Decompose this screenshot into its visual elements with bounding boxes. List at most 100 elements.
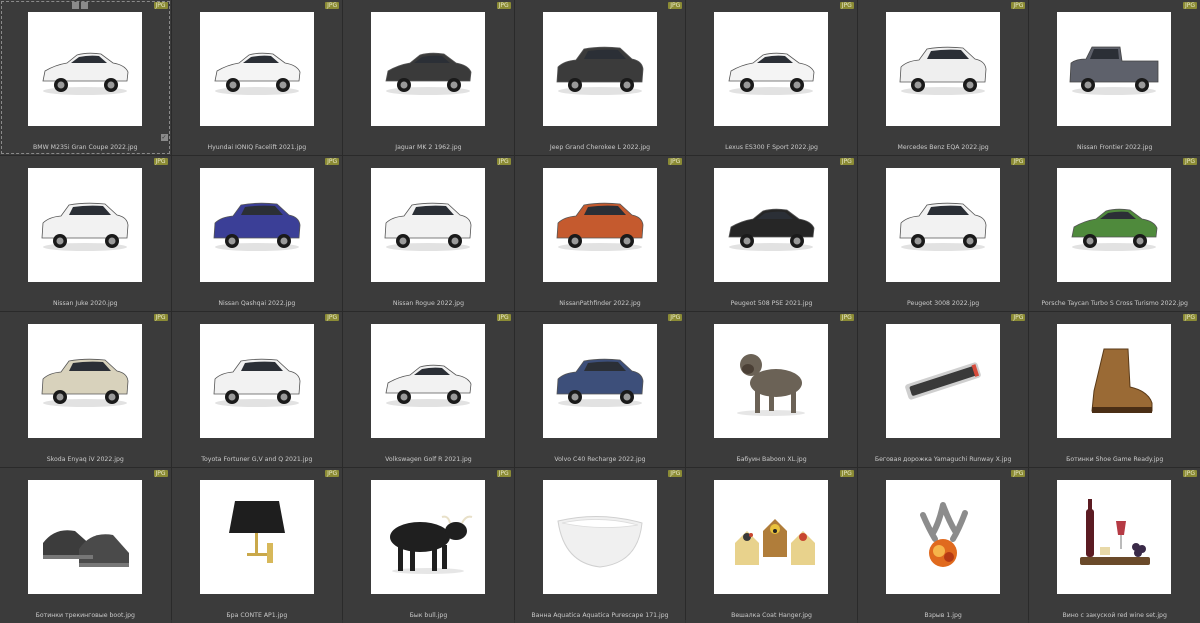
- thumbnail-tile[interactable]: JPG Ботинки Shoe Game Ready.jpg: [1029, 312, 1200, 467]
- suv-image-icon: [41, 358, 129, 407]
- boot-image-icon: [1091, 348, 1153, 413]
- suv-image-icon: [213, 358, 300, 407]
- lamp-image-icon: [228, 501, 285, 563]
- file-name-label: Peugeot 508 PSE 2021.jpg: [730, 300, 813, 307]
- shoes-image-icon: [43, 530, 129, 567]
- thumbnail-image[interactable]: [542, 480, 657, 594]
- thumbnail-tile[interactable]: JPG Hyundai IONIQ Facelift 2021.jpg: [171, 0, 343, 155]
- thumbnail-tile[interactable]: JPG Ванна Aquatica Aquatica Purescape 17…: [514, 468, 686, 623]
- car-image-icon: [214, 52, 300, 95]
- thumbnail-image[interactable]: [885, 480, 1000, 594]
- file-name-label: Nissan Juke 2020.jpg: [52, 300, 118, 307]
- check-icon[interactable]: ✓: [160, 134, 168, 141]
- thumbnail-tile[interactable]: JPG Бык bull.jpg: [343, 468, 514, 623]
- thumbnail-tile[interactable]: JPG Porsche Taycan Turbo S Cross Turismo…: [1029, 156, 1200, 311]
- thumbnail-image[interactable]: [714, 480, 829, 594]
- thumbnail-image[interactable]: [542, 324, 657, 438]
- thumbnail-image[interactable]: [542, 168, 657, 282]
- thumbnail-image[interactable]: [199, 480, 314, 594]
- file-type-badge: JPG: [325, 2, 340, 9]
- thumbnail-image[interactable]: [28, 480, 142, 594]
- thumbnail-tile[interactable]: JPG NissanPathfinder 2022.jpg: [514, 156, 686, 311]
- square-select-icon[interactable]: [72, 2, 79, 9]
- thumbnail-image[interactable]: [371, 324, 486, 438]
- file-type-badge: JPG: [1182, 470, 1197, 477]
- thumbnail-image[interactable]: [1057, 480, 1172, 594]
- thumbnail-image[interactable]: [28, 12, 142, 126]
- file-type-badge: JPG: [496, 314, 511, 321]
- thumbnail-image[interactable]: [885, 324, 1000, 438]
- file-type-badge: JPG: [839, 158, 854, 165]
- thumbnail-image[interactable]: [199, 12, 314, 126]
- thumbnail-image[interactable]: [199, 324, 314, 438]
- thumbnail-image[interactable]: [28, 324, 142, 438]
- thumbnail-tile[interactable]: JPG Lexus ES300 F Sport 2022.jpg: [686, 0, 857, 155]
- file-type-badge: JPG: [1011, 2, 1026, 9]
- thumbnail-tile[interactable]: JPG Взрыв 1.jpg: [857, 468, 1029, 623]
- thumbnail-tile[interactable]: JPG Вино с закуской red wine set.jpg: [1029, 468, 1200, 623]
- thumbnail-image[interactable]: [714, 12, 829, 126]
- file-name-label: BMW M235i Gran Coupe 2022.jpg: [33, 144, 138, 151]
- thumbnail-tile[interactable]: JPG Беговая дорожка Yamaguchi Runway X.j…: [857, 312, 1029, 467]
- thumbnail-image[interactable]: [199, 168, 314, 282]
- file-name-label: Nissan Rogue 2022.jpg: [392, 300, 465, 307]
- thumbnail-image[interactable]: [1057, 324, 1172, 438]
- thumbnail-image[interactable]: [28, 168, 142, 282]
- thumbnail-tile[interactable]: JPG Ботинки трекинговые boot.jpg: [0, 468, 171, 623]
- thumbnail-tile[interactable]: JPG Skoda Enyaq iV 2022.jpg: [0, 312, 171, 467]
- file-type-badge: JPG: [325, 314, 340, 321]
- thumbnail-tile[interactable]: JPG ✓ BMW M235i Gran Coupe 2022.jpg: [0, 0, 171, 155]
- suv-image-icon: [41, 202, 129, 251]
- file-name-label: NissanPathfinder 2022.jpg: [559, 300, 641, 307]
- thumbnail-image[interactable]: [885, 168, 1000, 282]
- file-type-badge: JPG: [1182, 158, 1197, 165]
- suv-image-icon: [213, 202, 300, 251]
- thumbnail-image[interactable]: [542, 12, 657, 126]
- thumbnail-image[interactable]: [371, 168, 486, 282]
- thumbnail-tile[interactable]: JPG Вешалка Coat Hanger.jpg: [686, 468, 857, 623]
- thumbnail-tile[interactable]: JPG Mercedes Benz EQA 2022.jpg: [857, 0, 1029, 155]
- file-type-badge: JPG: [839, 314, 854, 321]
- thumbnail-tile[interactable]: JPG Nissan Rogue 2022.jpg: [343, 156, 514, 311]
- brush-icon[interactable]: [81, 2, 88, 9]
- thumbnail-tile[interactable]: JPG Jeep Grand Cherokee L 2022.jpg: [514, 0, 686, 155]
- thumbnail-image[interactable]: [1057, 12, 1172, 126]
- thumbnail-image[interactable]: [1057, 168, 1172, 282]
- file-type-badge: JPG: [668, 470, 683, 477]
- thumbnail-tile[interactable]: JPG Volkswagen Golf R 2021.jpg: [343, 312, 514, 467]
- truck-image-icon: [1070, 46, 1159, 95]
- thumbnail-tile[interactable]: JPG Nissan Juke 2020.jpg: [0, 156, 171, 311]
- bathtub-image-icon: [557, 516, 643, 568]
- file-name-label: Беговая дорожка Yamaguchi Runway X.jpg: [874, 456, 1012, 463]
- file-type-badge: JPG: [496, 2, 511, 9]
- thumbnail-tile[interactable]: JPG Volvo C40 Recharge 2022.jpg: [514, 312, 686, 467]
- thumbnail-tile[interactable]: JPG Peugeot 508 PSE 2021.jpg: [686, 156, 857, 311]
- thumbnail-tile[interactable]: JPG Toyota Fortuner G,V and Q 2021.jpg: [171, 312, 343, 467]
- thumbnail-tile[interactable]: JPG Бра CONTE AP1.jpg: [171, 468, 343, 623]
- thumbnail-image[interactable]: [371, 480, 486, 594]
- file-name-label: Volvo C40 Recharge 2022.jpg: [554, 456, 646, 463]
- car-image-icon: [42, 52, 129, 95]
- car-image-icon: [728, 208, 815, 251]
- thumbnail-image[interactable]: [714, 324, 829, 438]
- thumbnail-tile[interactable]: JPG Nissan Frontier 2022.jpg: [1029, 0, 1200, 155]
- file-name-label: Jaguar MK 2 1962.jpg: [395, 144, 462, 151]
- file-name-label: Бык bull.jpg: [409, 612, 448, 619]
- file-name-label: Lexus ES300 F Sport 2022.jpg: [725, 144, 818, 151]
- file-type-badge: JPG: [153, 2, 168, 9]
- file-name-label: Mercedes Benz EQA 2022.jpg: [897, 144, 989, 151]
- thumbnail-grid: JPG ✓ BMW M235i Gran Coupe 2022.jpg JPG Hy…: [0, 0, 1200, 623]
- thumbnail-image[interactable]: [371, 12, 486, 126]
- file-type-badge: JPG: [1182, 2, 1197, 9]
- file-name-label: Вино с закуской red wine set.jpg: [1062, 612, 1167, 619]
- car-image-icon: [1071, 208, 1158, 251]
- thumbnail-image[interactable]: [885, 12, 1000, 126]
- thumbnail-tile[interactable]: JPG Jaguar MK 2 1962.jpg: [343, 0, 514, 155]
- thumbnail-tile[interactable]: JPG Nissan Qashqai 2022.jpg: [171, 156, 343, 311]
- file-name-label: Porsche Taycan Turbo S Cross Turismo 202…: [1041, 300, 1188, 307]
- file-type-badge: JPG: [496, 158, 511, 165]
- thumbnail-tile[interactable]: JPG Peugeot 3008 2022.jpg: [857, 156, 1029, 311]
- thumbnail-image[interactable]: [714, 168, 829, 282]
- thumbnail-tile[interactable]: JPG Бабуин Baboon XL.jpg: [686, 312, 857, 467]
- suv-image-icon: [899, 202, 987, 251]
